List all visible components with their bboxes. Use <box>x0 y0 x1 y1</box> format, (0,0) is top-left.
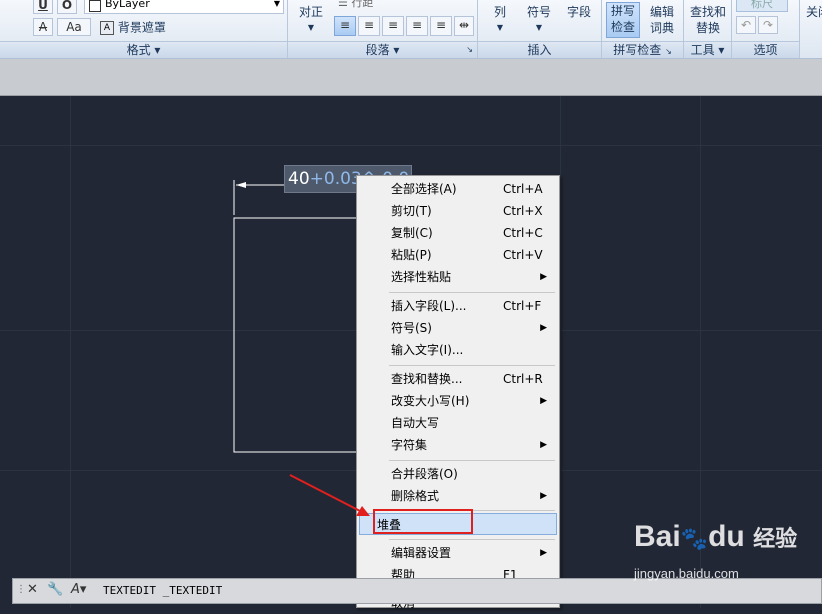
text-style-icon[interactable]: A▾ <box>71 582 86 597</box>
watermark-brand2: du <box>708 520 745 553</box>
close-icon[interactable]: ✕ <box>27 582 38 597</box>
watermark-brand: Bai <box>634 520 681 553</box>
watermark-url: jingyan.baidu.com <box>634 566 739 581</box>
baidu-watermark: Bai🐾du 经验 jingyan.baidu.com <box>634 520 814 608</box>
annotation-arrow <box>289 474 370 516</box>
paw-icon: 🐾 <box>680 526 709 551</box>
watermark-cn: 经验 <box>753 526 798 551</box>
command-text: TEXTEDIT _TEXTEDIT <box>103 584 223 597</box>
wrench-icon[interactable]: 🔧 <box>47 582 63 597</box>
drag-handle-icon[interactable]: ⋮ <box>16 584 26 595</box>
